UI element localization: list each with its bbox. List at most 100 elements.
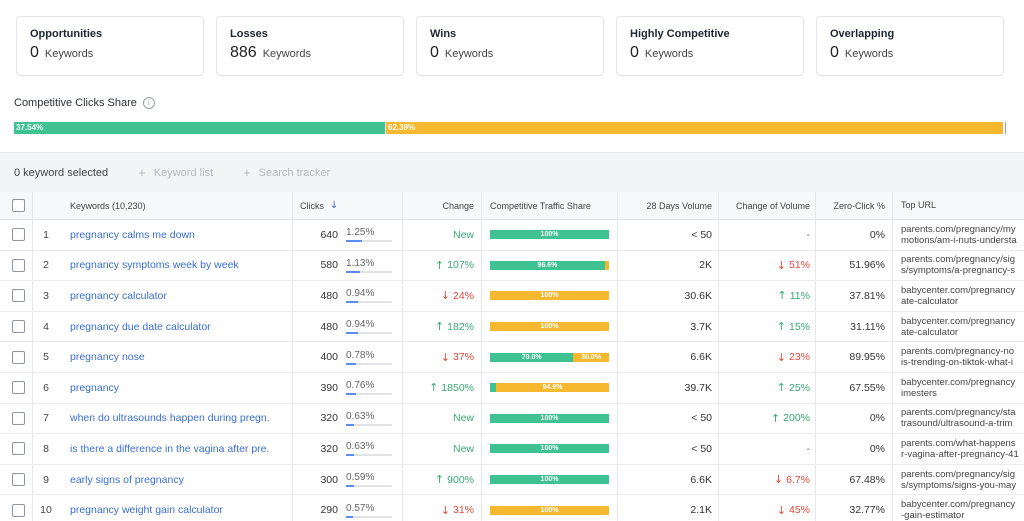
row-checkbox[interactable] bbox=[12, 503, 25, 517]
keyword-link[interactable]: when do ultrasounds happen during pregn.… bbox=[70, 412, 270, 424]
header-zero-click[interactable]: Zero-Click % bbox=[818, 192, 885, 219]
keyword-link[interactable]: pregnancy bbox=[70, 382, 119, 394]
clicks-percent: 0.94% bbox=[346, 288, 375, 300]
share-segment-orange[interactable]: 62.39% bbox=[386, 122, 1003, 134]
keyword-link[interactable]: pregnancy calms me down bbox=[70, 229, 195, 241]
top-url-link[interactable]: babycenter.com/pregnancy ate-calculator bbox=[901, 281, 1024, 311]
row-checkbox[interactable] bbox=[12, 411, 25, 425]
top-url-link[interactable]: parents.com/pregnancy/sta trasound/ultras… bbox=[901, 404, 1024, 434]
keyword-link[interactable]: pregnancy nose bbox=[70, 351, 145, 363]
top-url-link[interactable]: babycenter.com/pregnancy -gain-estimator bbox=[901, 495, 1024, 521]
table-row[interactable]: 5 pregnancy nose 400 0.78% ↓ 37% 70.0% 30.0% 6.6… bbox=[0, 342, 1024, 373]
keyword-link[interactable]: pregnancy calculator bbox=[70, 290, 167, 302]
table-row[interactable]: 9 early signs of pregnancy 300 0.59% ↑ 900% 10… bbox=[0, 464, 1024, 496]
table-row[interactable]: 3 pregnancy calculator 480 0.94% ↓ 24% 100% 30.… bbox=[0, 281, 1024, 312]
top-url-link[interactable]: parents.com/pregnancy/my motions/am-i-nut… bbox=[901, 220, 1024, 250]
table-row[interactable]: 8 is there a difference in the vagina aft… bbox=[0, 434, 1024, 465]
traffic-share-bar[interactable]: 70.0% 30.0% bbox=[490, 352, 609, 362]
keyword-list-button[interactable]: + Keyword list bbox=[138, 165, 213, 180]
top-url-link[interactable]: parents.com/pregnancy/sig s/symptoms/a-pr… bbox=[901, 251, 1024, 281]
card-highly-competitive[interactable]: Highly Competitive 0 Keywords bbox=[616, 16, 804, 76]
traffic-share-bar[interactable]: 100% bbox=[490, 475, 609, 485]
row-checkbox[interactable] bbox=[12, 350, 25, 364]
traffic-share-bar[interactable]: 100% bbox=[490, 444, 609, 454]
clicks-percent-bar bbox=[346, 454, 392, 457]
card-opportunities[interactable]: Opportunities 0 Keywords bbox=[16, 16, 204, 76]
traffic-share-bar[interactable]: 100% bbox=[490, 230, 609, 240]
row-checkbox[interactable] bbox=[12, 228, 25, 242]
traffic-share-bar[interactable]: 100% bbox=[490, 505, 609, 515]
traffic-share-segment: 100% bbox=[490, 413, 609, 423]
keyword-link[interactable]: pregnancy due date calculator bbox=[70, 321, 211, 333]
clicks-value: 580 bbox=[320, 259, 338, 272]
arrow-up-icon: ↑ bbox=[434, 258, 445, 272]
search-tracker-button[interactable]: + Search tracker bbox=[243, 165, 330, 180]
table-toolbar: 0 keyword selected + Keyword list + Sear… bbox=[0, 152, 1024, 192]
share-segment-green[interactable]: 37.54% bbox=[14, 122, 385, 134]
row-checkbox[interactable] bbox=[12, 473, 25, 487]
change-value: ↓ 37% bbox=[404, 342, 474, 372]
top-url-line: trasound/ultrasound-a-trim bbox=[901, 418, 1013, 430]
header-top-url[interactable]: Top URL bbox=[901, 192, 1024, 219]
clicks-percent: 0.57% bbox=[346, 502, 375, 514]
row-checkbox[interactable] bbox=[12, 442, 25, 456]
clicks-percent-bar bbox=[346, 393, 392, 396]
volume-value: < 50 bbox=[691, 442, 712, 455]
card-number: 0 bbox=[830, 44, 839, 61]
change-volume-value: - bbox=[722, 434, 811, 464]
header-keywords[interactable]: Keywords (10,230) bbox=[70, 192, 270, 219]
table-row[interactable]: 6 pregnancy 390 0.76% ↑ 1850% 94.9% 39.7K ↑ 25% 67… bbox=[0, 372, 1024, 404]
row-checkbox[interactable] bbox=[12, 381, 25, 395]
table-row[interactable]: 1 pregnancy calms me down 640 1.25% New 100% <… bbox=[0, 220, 1024, 251]
info-icon[interactable]: i bbox=[142, 97, 155, 109]
zero-click-value: 0% bbox=[869, 228, 885, 241]
row-checkbox[interactable] bbox=[12, 320, 25, 334]
top-url-line: parents.com/pregnancy/sig bbox=[901, 254, 1016, 266]
header-change[interactable]: Change bbox=[404, 192, 474, 219]
change-volume-text: 11% bbox=[789, 289, 810, 302]
clicks-percent: 0.63% bbox=[346, 441, 375, 453]
table-row[interactable]: 2 pregnancy symptoms week by week 580 1.13%… bbox=[0, 250, 1024, 282]
select-all-checkbox[interactable] bbox=[12, 199, 25, 212]
arrow-up-icon: ↑ bbox=[434, 320, 445, 334]
traffic-share-bar[interactable]: 94.9% bbox=[490, 383, 609, 393]
traffic-share-bar[interactable]: 100% bbox=[490, 322, 609, 332]
keyword-link[interactable]: is there a difference in the vagina afte… bbox=[70, 443, 270, 455]
row-checkbox[interactable] bbox=[12, 258, 25, 272]
change-value: ↑ 182% bbox=[404, 312, 474, 342]
header-clicks[interactable]: Clicks ↓ bbox=[300, 192, 338, 219]
row-number: 6 bbox=[43, 381, 49, 394]
table-row[interactable]: 7 when do ultrasounds happen during pregn… bbox=[0, 403, 1024, 435]
keyword-link[interactable]: pregnancy symptoms week by week bbox=[70, 259, 239, 271]
top-url-link[interactable]: parents.com/what-happens r-vagina-after-p… bbox=[901, 434, 1024, 464]
change-value: ↓ 24% bbox=[404, 281, 474, 311]
top-url-link[interactable]: babycenter.com/pregnancy ate-calculator bbox=[901, 312, 1024, 342]
top-url-link[interactable]: babycenter.com/pregnancy imesters bbox=[901, 373, 1024, 403]
header-volume[interactable]: 28 Days Volume bbox=[622, 192, 712, 219]
card-wins[interactable]: Wins 0 Keywords bbox=[416, 16, 604, 76]
keyword-link[interactable]: early signs of pregnancy bbox=[70, 474, 184, 486]
table-header: Keywords (10,230) Clicks ↓ Change Compet… bbox=[0, 192, 1024, 220]
top-url-link[interactable]: parents.com/pregnancy-no is-trending-on-t… bbox=[901, 342, 1024, 372]
zero-click-value: 31.11% bbox=[850, 320, 885, 333]
change-text: New bbox=[452, 412, 474, 425]
card-losses[interactable]: Losses 886 Keywords bbox=[216, 16, 404, 76]
traffic-share-bar[interactable]: 100% bbox=[490, 291, 609, 301]
table-row[interactable]: 10 pregnancy weight gain calculator 290 0.5… bbox=[0, 495, 1024, 521]
table-row[interactable]: 4 pregnancy due date calculator 480 0.94% ↑ 1… bbox=[0, 311, 1024, 343]
clicks-percent: 1.25% bbox=[346, 227, 375, 239]
stat-cards: Opportunities 0 Keywords Losses 886 Keywor… bbox=[16, 16, 1016, 76]
header-change-volume[interactable]: Change of Volume bbox=[722, 192, 810, 219]
top-url-line: babycenter.com/pregnancy bbox=[901, 284, 1016, 296]
keyword-link[interactable]: pregnancy weight gain calculator bbox=[70, 504, 223, 516]
traffic-share-segment: 30.0% bbox=[573, 352, 609, 362]
arrow-up-icon: ↑ bbox=[776, 381, 786, 395]
card-overlapping[interactable]: Overlapping 0 Keywords bbox=[816, 16, 1004, 76]
row-checkbox[interactable] bbox=[12, 289, 25, 303]
traffic-share-bar[interactable]: 96.6% bbox=[490, 260, 609, 270]
sort-desc-icon[interactable]: ↓ bbox=[330, 200, 338, 211]
traffic-share-bar[interactable]: 100% bbox=[490, 413, 609, 423]
clicks-value: 320 bbox=[320, 412, 338, 425]
header-traffic-share[interactable]: Competitive Traffic Share bbox=[490, 192, 610, 219]
top-url-link[interactable]: parents.com/pregnancy/sig s/symptoms/sign… bbox=[901, 465, 1024, 495]
